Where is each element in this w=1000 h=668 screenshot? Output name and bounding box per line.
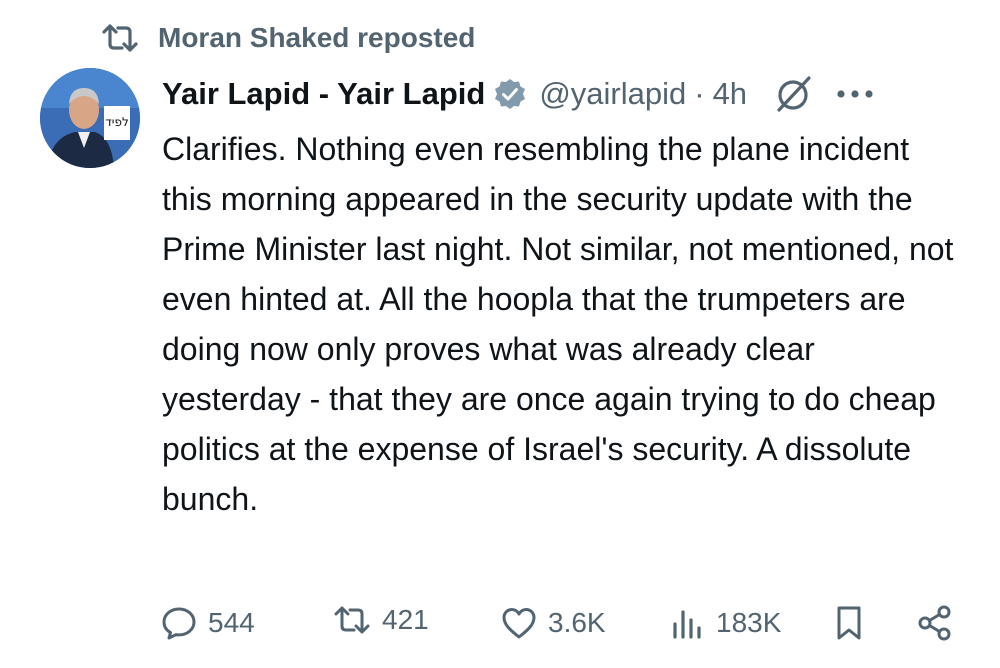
view-count: 183K: [716, 607, 782, 638]
repost-header[interactable]: Moran Shaked reposted: [100, 18, 475, 58]
header-separator: ·: [694, 76, 705, 111]
share-icon: [918, 605, 951, 641]
like-count: 3.6K: [548, 607, 606, 638]
reply-icon: [162, 607, 196, 640]
repost-count: 421: [382, 604, 429, 635]
avatar[interactable]: לפיד: [40, 68, 140, 168]
author-name[interactable]: Yair Lapid - Yair Lapid: [162, 76, 485, 112]
action-bar: 544 421 3.6K 183K: [160, 600, 960, 648]
repost-button[interactable]: 421: [332, 604, 429, 636]
avatar-image: לפיד: [40, 68, 140, 168]
more-options-icon[interactable]: [833, 84, 877, 104]
reply-button[interactable]: 544: [160, 604, 255, 642]
views-icon: [673, 610, 701, 639]
bookmark-icon: [837, 606, 861, 640]
reply-count: 544: [208, 607, 255, 638]
heart-icon: [502, 608, 536, 639]
repost-action-icon: [334, 606, 370, 634]
tweet-header: Yair Lapid - Yair Lapid @yairlapid · 4h: [162, 70, 962, 118]
repost-label[interactable]: Moran Shaked reposted: [158, 22, 475, 54]
bookmark-button[interactable]: [830, 604, 868, 642]
verified-badge-icon: [495, 79, 526, 109]
like-button[interactable]: 3.6K: [500, 604, 606, 642]
views-button[interactable]: 183K: [668, 604, 781, 642]
share-button[interactable]: [916, 604, 954, 642]
avatar-sign-text: לפיד: [105, 115, 129, 129]
tweet-body: Clarifies. Nothing even resembling the p…: [162, 131, 954, 517]
author-handle[interactable]: @yairlapid: [539, 76, 686, 112]
timestamp[interactable]: 4h: [713, 76, 747, 112]
grok-icon[interactable]: [773, 74, 813, 114]
repost-icon: [102, 24, 138, 52]
